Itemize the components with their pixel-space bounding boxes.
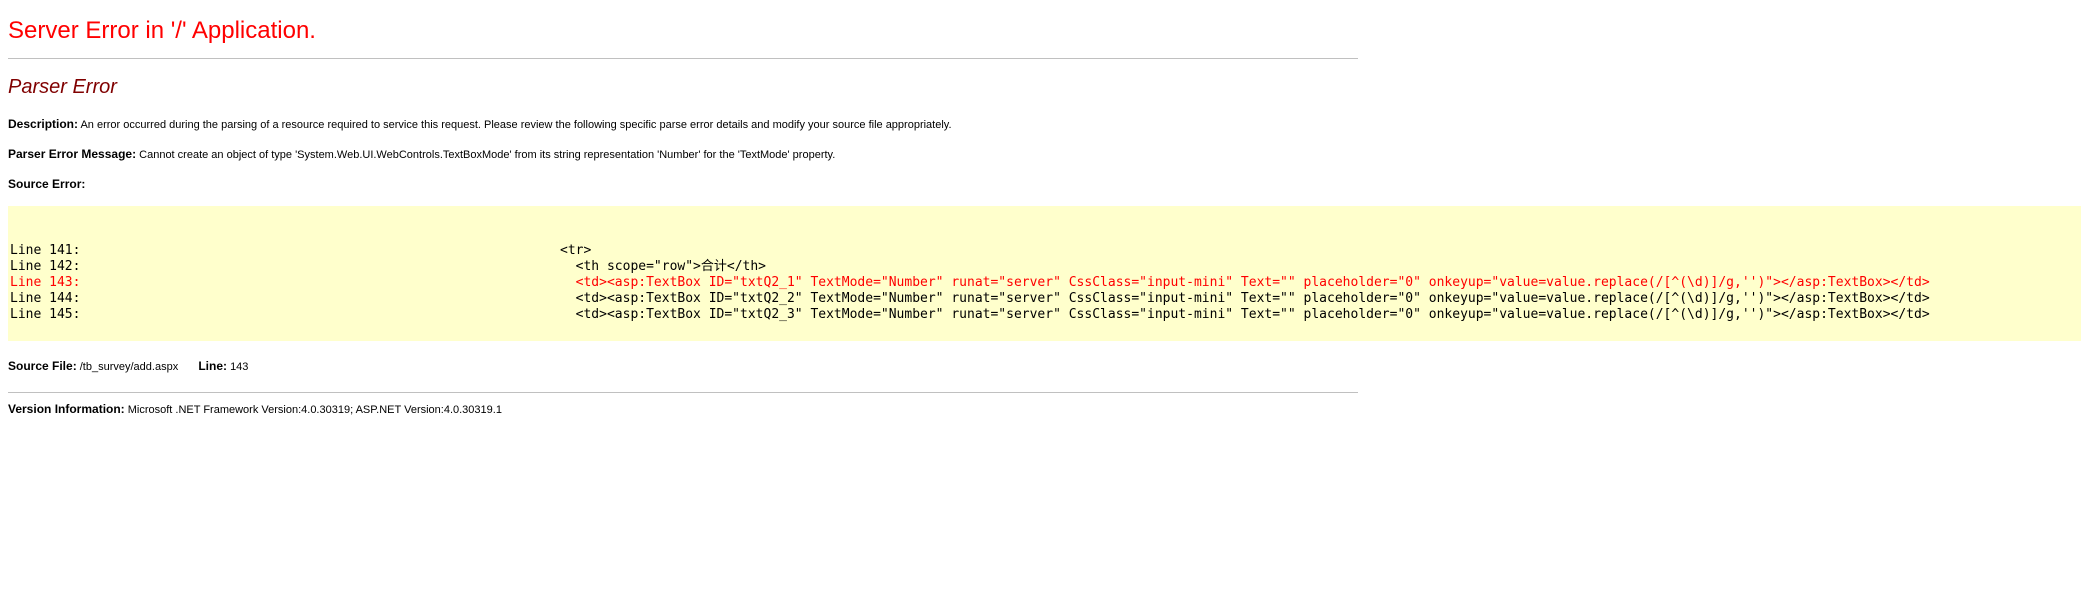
code-line-text: <td><asp:TextBox ID="txtQ2_2" TextMode="… <box>560 291 1930 306</box>
code-line-text: <td><asp:TextBox ID="txtQ2_3" TextMode="… <box>560 307 1930 322</box>
source-file-value: /tb_survey/add.aspx <box>79 361 179 373</box>
source-line-label: Line: <box>198 359 227 373</box>
code-line: Line 144: <td><asp:TextBox ID="txtQ2_2" … <box>10 291 1930 307</box>
code-line-text: <tr> <box>560 243 592 258</box>
source-file-info: Source File: /tb_survey/add.aspx Line: 1… <box>8 359 248 373</box>
code-line-number: Line 145: <box>10 307 81 322</box>
description-text: An error occurred during the parsing of … <box>80 119 952 131</box>
source-error-label: Source Error: <box>8 177 86 191</box>
code-line-number: Line 141: <box>10 243 81 258</box>
version-information-label: Version Information: <box>8 402 125 416</box>
description: Description: An error occurred during th… <box>8 117 952 131</box>
code-line-number: Line 144: <box>10 291 81 306</box>
code-line-number: Line 142: <box>10 259 81 274</box>
code-line: Line 141: <tr> <box>10 243 591 259</box>
description-label: Description: <box>8 117 79 131</box>
code-line: Line 145: <td><asp:TextBox ID="txtQ2_3" … <box>10 307 1930 323</box>
version-information: Version Information: Microsoft .NET Fram… <box>8 402 502 416</box>
parser-error-message-text: Cannot create an object of type 'System.… <box>139 149 836 161</box>
code-line-error: Line 143: <td><asp:TextBox ID="txtQ2_1" … <box>10 275 1930 291</box>
code-line-number: Line 143: <box>10 275 81 290</box>
source-file-label: Source File: <box>8 359 77 373</box>
page-title: Server Error in '/' Application. <box>8 17 316 44</box>
parser-error-message-label: Parser Error Message: <box>8 147 137 161</box>
source-line-value: 143 <box>230 361 249 373</box>
top-divider <box>8 58 1358 59</box>
code-line: Line 142: <th scope="row">合计</th> <box>10 259 766 275</box>
code-line-text: <th scope="row">合计</th> <box>560 259 767 274</box>
parser-error-message: Parser Error Message: Cannot create an o… <box>8 147 835 161</box>
source-code-block: Line 141: <tr> Line 142: <th scope="row">… <box>8 206 2081 341</box>
source-error-heading: Source Error: <box>8 177 85 191</box>
bottom-divider <box>8 392 1358 393</box>
code-line-text: <td><asp:TextBox ID="txtQ2_1" TextMode="… <box>560 275 1930 290</box>
error-subtitle: Parser Error <box>8 76 117 98</box>
version-information-text: Microsoft .NET Framework Version:4.0.303… <box>127 404 502 416</box>
